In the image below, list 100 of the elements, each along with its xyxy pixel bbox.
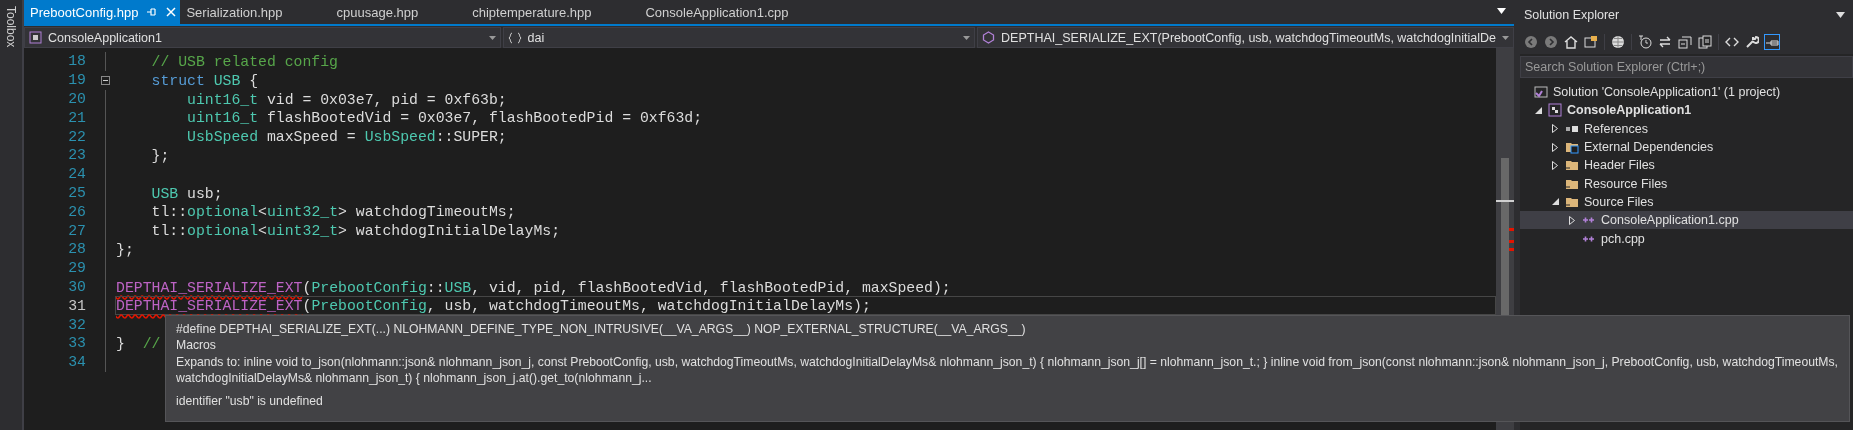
copy-icon[interactable] (1698, 35, 1712, 49)
braces-icon (507, 31, 522, 44)
caret-icon (963, 35, 971, 40)
line-number: 32 (67, 316, 86, 333)
dropdown-icon[interactable] (1497, 8, 1506, 14)
code-token: } (116, 335, 125, 352)
code-token: struct (150, 72, 205, 89)
line-number: 26 (67, 203, 86, 220)
code-token: > watchdogTimeoutMs; (338, 204, 516, 221)
code-token: PrebootConfig (311, 298, 427, 315)
editor-tab[interactable]: ConsoleApplication1.cpp (639, 0, 837, 24)
line-number: 27 (67, 222, 86, 239)
code-token: > watchdogInitialDelayMs; (338, 223, 561, 240)
code-token: vid = 0x03e7, pid = 0xf63b; (265, 91, 507, 108)
code-token: , usb, watchdogTimeoutMs, watchdogInitialDelayMs); (426, 298, 871, 315)
scope-dropdown[interactable]: dai (502, 27, 976, 48)
forward-icon[interactable] (1544, 35, 1558, 49)
project-icon (1548, 103, 1562, 118)
macro-expansion: Expands to: inline void to_json(nlohmann::json& nlohmann_json_j, const PrebootConfig, usb, watchdogTimeoutMs, watchdogInitialDelayMs& nlohmann_json_t) { nlohmann_json_j[] = nlohmann_json_t.; } inline void from_json(const nlohmann::json& nlohmann_json_j, PrebootConfig, usb, watchdogTimeoutMs, watchdogInitialDelayMs& nlohmann_json_t) { nlohmann_json_j.at().get_to(nlohmann_j... (176, 353, 1839, 387)
code-token: flashBootedVid = 0x03e7, flashBootedPid = 0xf63d; (265, 110, 703, 127)
error-mark (1509, 228, 1514, 231)
collapsed-icon[interactable] (1552, 160, 1558, 170)
collapsed-icon[interactable] (1552, 142, 1558, 152)
line-number: 33 (67, 335, 86, 352)
code-token: DEPTHAI_SERIALIZE_EXT (116, 279, 303, 296)
code-token: tl:: (150, 204, 188, 221)
code-token: < (258, 204, 267, 221)
panel-title: Solution Explorer (1524, 8, 1620, 22)
code-token: uint16_t (186, 91, 259, 108)
collapsed-icon[interactable] (1569, 215, 1575, 225)
code-token: USB (444, 279, 472, 296)
macro-icon (982, 31, 996, 44)
tree-item[interactable]: Source Files (1520, 192, 1853, 212)
line-number: 24 (67, 166, 86, 183)
code-token: }; (150, 148, 170, 164)
tree-item[interactable]: Header Files (1520, 156, 1853, 175)
home-icon[interactable] (1564, 35, 1578, 49)
code-token: ( (302, 279, 312, 296)
line-number: 23 (67, 147, 86, 164)
collapsed-icon[interactable] (1552, 124, 1558, 134)
line-number: 21 (67, 109, 86, 126)
history-icon[interactable] (1638, 35, 1652, 49)
search-field[interactable]: Search Solution Explorer (Ctrl+;) (1520, 56, 1853, 78)
code-token: tl:: (150, 223, 188, 240)
expanded-icon[interactable] (1551, 198, 1559, 206)
line-number: 30 (67, 278, 86, 295)
sync-icon[interactable] (1658, 35, 1672, 49)
caret-icon (488, 35, 496, 40)
code-token: uint32_t (267, 223, 339, 240)
code-token: optional (187, 223, 259, 240)
back-icon[interactable] (1524, 35, 1538, 49)
code-token: DEPTHAI_SERIALIZE_EXT (116, 298, 303, 315)
tree-item[interactable]: ConsoleApplication1 (1520, 101, 1853, 120)
folder-icon (1565, 140, 1579, 155)
code-token: USB (212, 72, 241, 89)
code-icon[interactable] (1725, 35, 1739, 49)
tree-item[interactable]: pch.cpp (1520, 229, 1853, 248)
tree-item[interactable]: Resource Files (1520, 174, 1853, 193)
tree-item[interactable]: References (1520, 119, 1853, 138)
solution-icon (1534, 85, 1548, 100)
collapse-icon[interactable] (101, 75, 110, 85)
window-icon[interactable] (1584, 35, 1598, 49)
tree-item[interactable]: External Dependencies (1520, 137, 1853, 157)
line-number: 31 (67, 297, 86, 314)
tree-item[interactable]: Solution 'ConsoleApplication1' (1 project) (1520, 83, 1853, 102)
code-token: UsbSpeed (186, 129, 259, 146)
code-token: usb; (186, 185, 223, 202)
close-icon[interactable] (166, 7, 177, 17)
toolbox-tab[interactable]: Toolbox (4, 6, 18, 48)
editor-tab[interactable]: PrebootConfig.hpp (24, 0, 181, 24)
code-token: ::SUPER; (435, 129, 507, 146)
code-token: uint16_t (186, 110, 259, 127)
error-message: identifier "usb" is undefined (176, 392, 324, 410)
line-number: 29 (67, 260, 86, 277)
code-token: maxSpeed = (265, 129, 357, 146)
code-token: }; (116, 241, 134, 258)
line-number: 19 (67, 72, 86, 89)
line-number: 18 (67, 53, 86, 70)
caret-icon (1502, 35, 1509, 40)
code-token: uint32_t (267, 204, 339, 221)
collapse-all-icon[interactable] (1678, 35, 1692, 49)
globe-icon[interactable] (1611, 35, 1625, 49)
tree-item[interactable]: ConsoleApplication1.cpp (1520, 211, 1853, 230)
code-token: optional (187, 204, 259, 221)
editor-tab[interactable]: cpuusage.hpp (330, 0, 467, 24)
pin-icon[interactable] (146, 7, 159, 17)
code-token: , vid, pid, flashBootedVid, flashBootedPid, maxSpeed); (471, 279, 951, 296)
editor-tab[interactable]: chiptemperature.hpp (466, 0, 640, 24)
code-token: // (141, 335, 161, 352)
dropdown-icon[interactable] (1836, 12, 1845, 18)
editor-tab[interactable]: Serialization.hpp (180, 0, 331, 24)
wrench-icon[interactable] (1745, 35, 1759, 49)
member-dropdown[interactable]: DEPTHAI_SERIALIZE_EXT(PrebootConfig, usb, watchdogTimeoutMs, watchdogInitialDe (977, 27, 1514, 48)
project-dropdown[interactable]: ConsoleApplication1 (24, 27, 501, 48)
folder-icon (1565, 158, 1579, 173)
code-token: PrebootConfig (311, 279, 427, 296)
pin-icon[interactable] (1765, 35, 1779, 49)
expanded-icon[interactable] (1534, 106, 1542, 114)
line-number: 28 (67, 241, 86, 258)
symbol-category: Macros (176, 337, 217, 354)
